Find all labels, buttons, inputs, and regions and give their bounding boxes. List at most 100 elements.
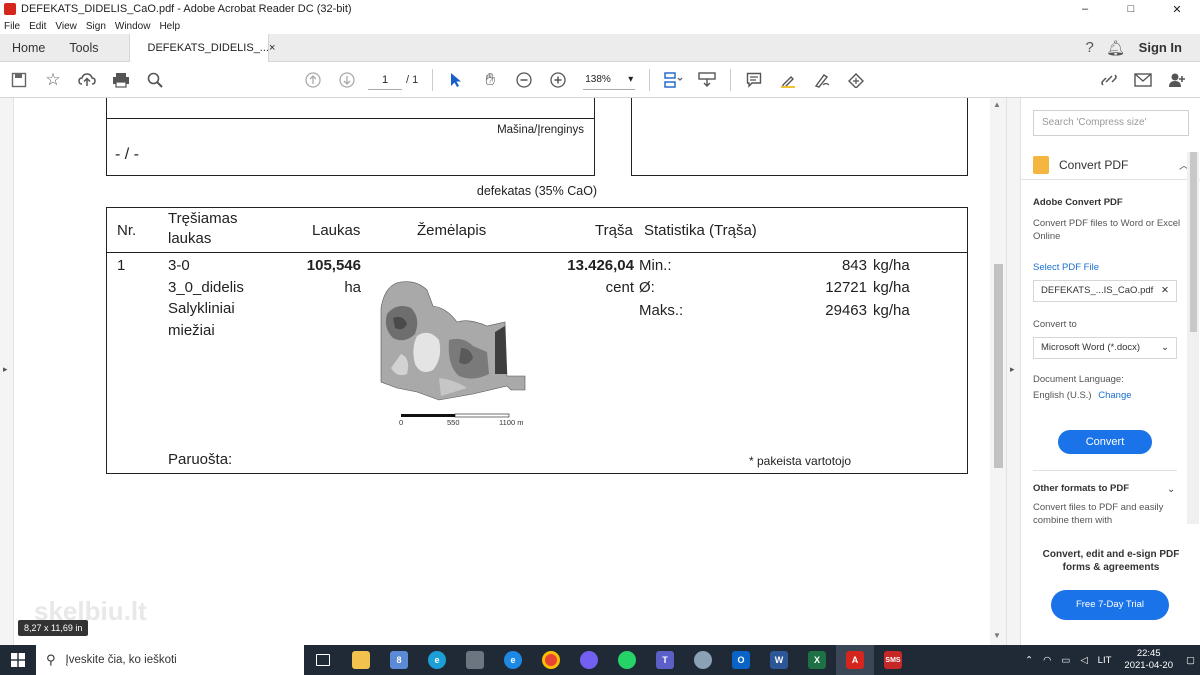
notification-bell-icon[interactable]: 🔔︎ <box>1103 39 1129 57</box>
sms-app-icon[interactable]: SMS <box>874 645 912 675</box>
edge-browser-icon[interactable]: e <box>418 645 456 675</box>
zoom-in-icon[interactable] <box>541 62 575 98</box>
taskbar-search-input[interactable]: ⚲ Įveskite čia, ko ieškoti <box>36 645 304 675</box>
page-total-label: / 1 <box>406 73 419 86</box>
taskbar-clock[interactable]: 22:45 2021-04-20 <box>1124 648 1173 672</box>
page-layout-icon[interactable] <box>656 62 690 98</box>
tools-pane-scroll-thumb[interactable] <box>1190 152 1197 332</box>
other-formats-title[interactable]: Other formats to PDF <box>1033 482 1183 495</box>
document-scrollbar[interactable]: ▲ ▼ <box>990 98 1006 645</box>
keyboard-language[interactable]: LIT <box>1098 655 1112 666</box>
search-icon: ⚲ <box>46 652 56 667</box>
calculator-icon[interactable] <box>456 645 494 675</box>
menu-file[interactable]: File <box>4 21 20 32</box>
selected-file-field[interactable]: DEFEKATS_...IS_CaO.pdf ✕ <box>1033 280 1177 302</box>
network-tool-icon[interactable] <box>684 645 722 675</box>
row-rate-value: 13.426,04 <box>567 257 634 274</box>
system-tray: ⌃ ◠ ▭ ◁ LIT 22:45 2021-04-20 ▢ <box>1020 645 1200 675</box>
convert-to-value: Microsoft Word (*.docx) <box>1041 342 1141 353</box>
expand-left-pane-icon[interactable]: ▸ <box>3 364 8 375</box>
zoom-out-icon[interactable] <box>507 62 541 98</box>
page-number-input[interactable]: 1 <box>368 70 402 90</box>
previous-page-icon[interactable] <box>296 62 330 98</box>
hand-tool-icon[interactable]: ✋︎ <box>473 62 507 98</box>
acrobat-taskbar-icon[interactable]: A <box>836 645 874 675</box>
calendar-app-icon[interactable]: 8 <box>380 645 418 675</box>
convert-pdf-title: Convert PDF <box>1059 157 1129 172</box>
outlook-icon[interactable]: O <box>722 645 760 675</box>
tab-document[interactable]: DEFEKATS_DIDELIS_... × <box>128 33 275 62</box>
left-pane-toggle[interactable]: ▸ <box>0 98 14 645</box>
highlight-pen-icon[interactable] <box>771 62 805 98</box>
right-pane-toggle[interactable]: ▸ <box>1006 98 1020 645</box>
menu-window[interactable]: Window <box>115 21 151 32</box>
tools-pane-scrollbar[interactable] <box>1187 152 1199 524</box>
document-viewer[interactable]: ▸ Mašina/Įrenginys - / - defekatas (35% … <box>0 98 1020 645</box>
menu-sign[interactable]: Sign <box>86 21 106 32</box>
convert-to-label: Convert to <box>1033 319 1077 330</box>
product-caption: defekatas (35% CaO) <box>476 184 598 198</box>
upload-cloud-icon[interactable] <box>70 62 104 98</box>
maximize-button[interactable]: □ <box>1108 0 1154 18</box>
tab-tools[interactable]: Tools <box>57 34 110 62</box>
stat-avg-label: Ø: <box>639 279 655 296</box>
change-language-link[interactable]: Change <box>1098 390 1131 401</box>
windows-start-icon[interactable] <box>0 645 36 675</box>
battery-icon[interactable]: ▭ <box>1061 655 1070 666</box>
comment-icon[interactable] <box>737 62 771 98</box>
find-zoom-icon[interactable] <box>138 62 172 98</box>
share-link-icon[interactable] <box>1092 62 1126 98</box>
other-formats-desc: Convert files to PDF and easily combine … <box>1033 502 1164 525</box>
bookmark-star-icon[interactable]: ☆ <box>36 62 70 98</box>
select-cursor-icon[interactable] <box>439 62 473 98</box>
task-view-icon[interactable] <box>304 645 342 675</box>
wifi-icon[interactable]: ◠ <box>1043 655 1051 666</box>
convert-pdf-header[interactable]: Convert PDF ︿ <box>1021 150 1200 180</box>
sign-in-button[interactable]: Sign In <box>1139 40 1182 55</box>
close-tab-icon[interactable]: × <box>269 42 275 54</box>
stat-min-unit: kg/ha <box>873 257 910 274</box>
excel-icon[interactable]: X <box>798 645 836 675</box>
teams-icon[interactable]: T <box>646 645 684 675</box>
notification-center-icon[interactable]: ▢ <box>1186 655 1195 666</box>
draw-sign-icon[interactable] <box>805 62 839 98</box>
convert-to-select[interactable]: Microsoft Word (*.docx) ⌄ <box>1033 337 1177 359</box>
free-trial-button[interactable]: Free 7-Day Trial <box>1051 590 1169 620</box>
scroll-down-icon[interactable]: ▼ <box>993 631 1001 640</box>
zoom-level-select[interactable]: 138% ▾ <box>583 70 636 90</box>
convert-button[interactable]: Convert <box>1058 430 1152 454</box>
word-icon[interactable]: W <box>760 645 798 675</box>
viber-icon[interactable] <box>570 645 608 675</box>
tab-home[interactable]: Home <box>0 34 57 62</box>
save-icon[interactable] <box>2 62 36 98</box>
volume-icon[interactable]: ◁ <box>1080 655 1087 666</box>
close-window-button[interactable]: ✕ <box>1154 0 1200 18</box>
scroll-thumb[interactable] <box>994 264 1003 468</box>
help-icon[interactable]: ? <box>1077 39 1103 56</box>
whatsapp-icon[interactable] <box>608 645 646 675</box>
internet-explorer-icon[interactable]: e <box>494 645 532 675</box>
fill-sign-icon[interactable] <box>839 62 873 98</box>
menu-help[interactable]: Help <box>159 21 180 32</box>
menu-edit[interactable]: Edit <box>29 21 46 32</box>
select-pdf-file-link[interactable]: Select PDF File <box>1033 261 1183 274</box>
minimize-button[interactable]: – <box>1062 0 1108 18</box>
email-icon[interactable] <box>1126 62 1160 98</box>
scroll-mode-icon[interactable] <box>690 62 724 98</box>
stat-max-unit: kg/ha <box>873 302 910 319</box>
remove-file-icon[interactable]: ✕ <box>1161 281 1169 301</box>
menu-view[interactable]: View <box>55 21 77 32</box>
show-hidden-icons-icon[interactable]: ⌃ <box>1025 655 1033 666</box>
collapse-right-pane-icon[interactable]: ▸ <box>1010 364 1015 375</box>
chrome-browser-icon[interactable] <box>532 645 570 675</box>
scroll-up-icon[interactable]: ▲ <box>993 100 1001 109</box>
chevron-down-icon[interactable]: ⌄ <box>1167 484 1175 495</box>
print-icon[interactable] <box>104 62 138 98</box>
add-user-icon[interactable] <box>1160 62 1194 98</box>
machine-label: Mašina/Įrenginys <box>497 124 584 136</box>
next-page-icon[interactable] <box>330 62 364 98</box>
scale-label-0: 0 <box>399 418 404 427</box>
tools-search-input[interactable]: Search 'Compress size' <box>1033 110 1189 136</box>
file-explorer-icon[interactable] <box>342 645 380 675</box>
row-rate-unit: cent <box>605 279 634 296</box>
